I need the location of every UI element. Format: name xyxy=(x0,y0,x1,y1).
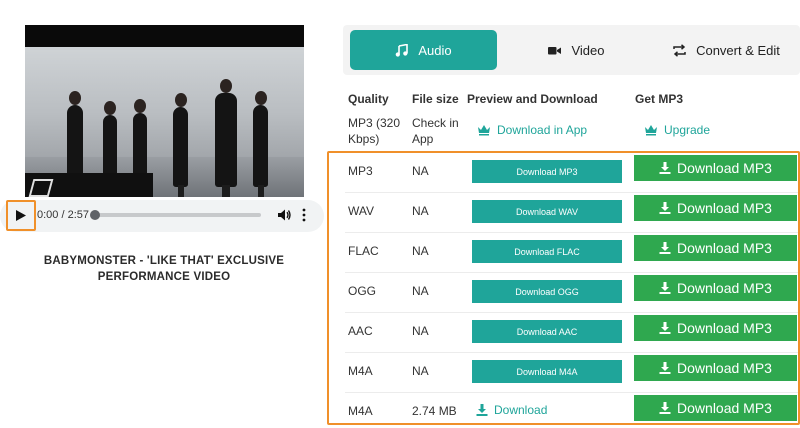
row-file-size: NA xyxy=(412,164,429,178)
music-note-icon xyxy=(396,43,409,57)
crown-icon xyxy=(645,125,657,136)
row-file-size: NA xyxy=(412,324,429,338)
upgrade-link[interactable]: Upgrade xyxy=(644,123,710,137)
download-in-app-label: Download in App xyxy=(497,123,588,137)
row-quality: AAC xyxy=(348,324,373,338)
row-separator xyxy=(345,352,800,353)
download-link[interactable]: Download xyxy=(476,403,547,417)
play-icon xyxy=(16,210,26,221)
preview-download-button[interactable]: Download MP3 xyxy=(472,160,622,183)
row-file-size: 2.74 MB xyxy=(412,404,457,418)
download-mp3-button[interactable]: Download MP3 xyxy=(634,315,797,341)
volume-icon[interactable] xyxy=(277,208,291,222)
row-separator xyxy=(345,192,800,193)
download-mp3-button[interactable]: Download MP3 xyxy=(634,275,797,301)
performer-figure xyxy=(215,79,237,197)
row-file-size: NA xyxy=(412,204,429,218)
video-camera-icon xyxy=(548,46,562,54)
video-preview[interactable] xyxy=(25,25,304,197)
playback-time: 0:00 / 2:57 xyxy=(37,209,89,221)
upgrade-label: Upgrade xyxy=(664,123,711,137)
preview-download-button[interactable]: Download AAC xyxy=(472,320,622,343)
more-options-icon[interactable] xyxy=(301,208,307,222)
app-row-size: Check in App xyxy=(412,116,459,146)
row-separator xyxy=(345,152,800,153)
download-mp3-button[interactable]: Download MP3 xyxy=(634,235,797,261)
download-icon xyxy=(659,402,671,414)
download-mp3-button[interactable]: Download MP3 xyxy=(634,355,797,381)
row-file-size: NA xyxy=(412,284,429,298)
row-separator xyxy=(345,392,800,393)
video-title: BABYMONSTER - 'LIKE THAT' EXCLUSIVE PERF… xyxy=(43,255,285,283)
download-mp3-label: Download MP3 xyxy=(677,160,772,176)
download-mp3-label: Download MP3 xyxy=(677,360,772,376)
convert-arrows-icon xyxy=(673,43,686,57)
preview-download-button[interactable]: Download FLAC xyxy=(472,240,622,263)
download-in-app-link[interactable]: Download in App xyxy=(477,123,587,137)
row-quality: MP3 xyxy=(348,164,373,178)
row-separator xyxy=(345,272,800,273)
row-quality: OGG xyxy=(348,284,377,298)
download-mp3-label: Download MP3 xyxy=(677,200,772,216)
download-icon xyxy=(659,242,671,254)
performer-figure xyxy=(253,91,268,197)
row-quality: WAV xyxy=(348,204,374,218)
crown-icon xyxy=(478,125,490,136)
performer-figure xyxy=(173,93,188,197)
play-button[interactable] xyxy=(6,200,36,231)
preview-download-button[interactable]: Download OGG xyxy=(472,280,622,303)
download-mp3-label: Download MP3 xyxy=(677,280,772,296)
download-icon xyxy=(659,362,671,374)
tab-convert-edit[interactable]: Convert & Edit xyxy=(653,30,800,70)
row-separator xyxy=(345,312,800,313)
preview-download-button[interactable]: Download M4A xyxy=(472,360,622,383)
row-file-size: NA xyxy=(412,244,429,258)
download-mp3-button[interactable]: Download MP3 xyxy=(634,195,797,221)
row-separator xyxy=(345,232,800,233)
download-icon xyxy=(476,404,488,416)
tab-video-label: Video xyxy=(571,42,605,58)
tab-video[interactable]: Video xyxy=(503,30,650,70)
download-mp3-button[interactable]: Download MP3 xyxy=(634,395,797,421)
seek-bar-knob[interactable] xyxy=(90,210,100,220)
download-icon xyxy=(659,282,671,294)
row-file-size: NA xyxy=(412,364,429,378)
download-mp3-label: Download MP3 xyxy=(677,400,772,416)
download-mp3-button[interactable]: Download MP3 xyxy=(634,155,797,181)
channel-watermark-logo xyxy=(25,173,153,197)
tab-convert-edit-label: Convert & Edit xyxy=(696,42,780,58)
row-quality: M4A xyxy=(348,404,373,418)
video-thumbnail-scene xyxy=(25,47,304,197)
download-mp3-label: Download MP3 xyxy=(677,320,772,336)
download-icon xyxy=(659,322,671,334)
download-icon xyxy=(659,202,671,214)
download-link-label: Download xyxy=(494,403,548,417)
row-quality: M4A xyxy=(348,364,373,378)
download-mp3-label: Download MP3 xyxy=(677,240,772,256)
header-quality: Quality xyxy=(348,92,389,106)
download-icon xyxy=(659,162,671,174)
tab-audio-label: Audio xyxy=(418,42,452,58)
row-quality: FLAC xyxy=(348,244,379,258)
header-preview-download: Preview and Download xyxy=(467,92,598,106)
header-get-mp3: Get MP3 xyxy=(635,92,684,106)
header-file-size: File size xyxy=(412,92,459,106)
tab-audio[interactable]: Audio xyxy=(350,30,497,70)
preview-download-button[interactable]: Download WAV xyxy=(472,200,622,223)
app-row-quality: MP3 (320 Kbps) xyxy=(348,116,401,146)
format-tabs: Audio Video Convert & Edit xyxy=(343,25,800,75)
seek-bar[interactable] xyxy=(90,210,261,220)
